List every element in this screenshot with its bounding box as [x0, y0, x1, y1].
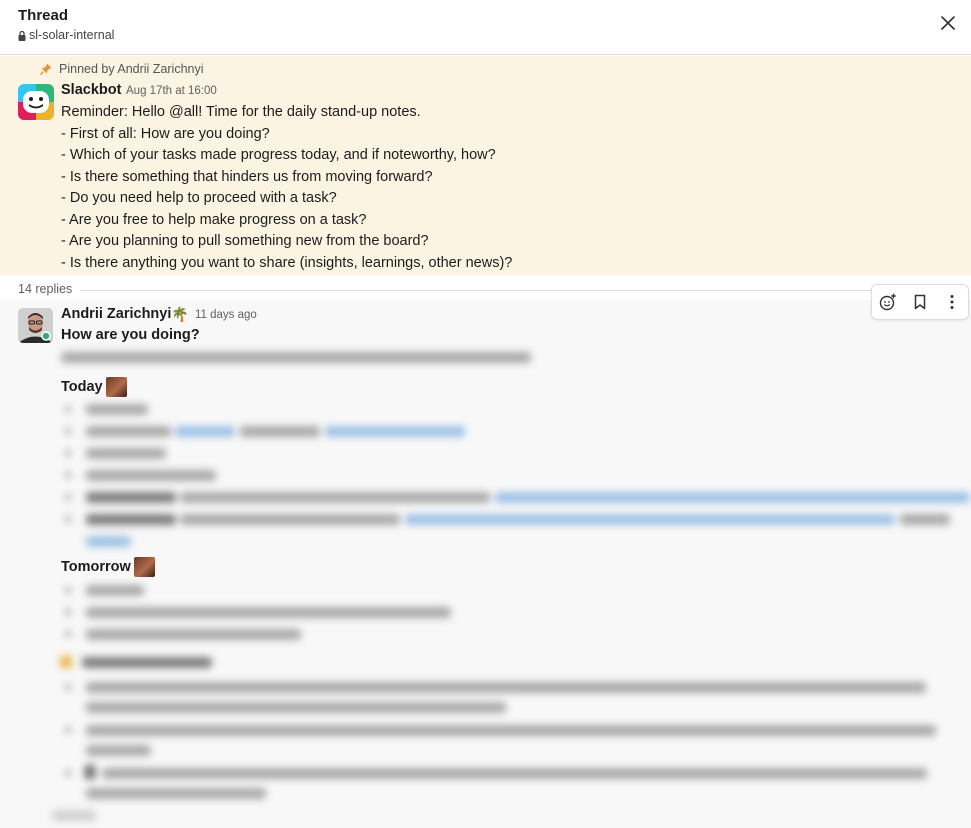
message-line: - Do you need help to proceed with a tas…: [61, 190, 337, 206]
add-reaction-icon: [879, 293, 896, 311]
blurred-content: [52, 808, 102, 822]
message-line: - Is there something that hinders us fro…: [61, 168, 433, 185]
more-actions-button[interactable]: [939, 289, 965, 315]
avatar[interactable]: [18, 308, 53, 343]
blurred-content: [60, 400, 971, 550]
close-icon: [941, 16, 955, 30]
message-line: - Are you planning to pull something new…: [61, 233, 429, 249]
bookmark-button[interactable]: [907, 289, 933, 315]
message-line: - Which of your tasks made progress toda…: [61, 147, 496, 163]
pin-icon: [40, 63, 52, 75]
message-timestamp[interactable]: Aug 17th at 16:00: [126, 85, 217, 97]
tomorrow-heading: Tomorrow: [61, 557, 155, 577]
thread-title: Thread: [18, 7, 69, 24]
palm-tree-icon: 🌴: [171, 306, 189, 322]
message-author[interactable]: Slackbot: [61, 82, 121, 98]
message-body: Reminder: Hello @all! Time for the daily…: [61, 102, 512, 274]
pinned-by-row: Pinned by Andrii Zarichnyi: [40, 62, 204, 76]
add-reaction-button[interactable]: [875, 289, 901, 315]
blurred-content: [60, 580, 971, 810]
replies-divider: [80, 290, 960, 291]
replies-count: 14 replies: [18, 282, 73, 296]
channel-name[interactable]: sl-solar-internal: [29, 28, 114, 42]
custom-emoji-icon: [105, 377, 127, 397]
tomorrow-label: Tomorrow: [61, 559, 131, 575]
message-author[interactable]: Andrii Zarichnyi: [61, 306, 171, 322]
message-line: - First of all: How are you doing?: [61, 125, 270, 142]
message-line: - Are you free to help make progress on …: [61, 211, 367, 228]
today-label: Today: [61, 379, 103, 395]
today-heading: Today: [61, 377, 127, 397]
pinned-by-label: Pinned by Andrii Zarichnyi: [59, 62, 204, 76]
more-vertical-icon: [950, 295, 954, 309]
lock-icon: [18, 30, 26, 41]
avatar[interactable]: [18, 84, 54, 120]
message-actions-toolbar: [871, 284, 969, 320]
message-line: - Is there anything you want to share (i…: [61, 254, 513, 271]
thread-header: Thread sl-solar-internal: [0, 0, 971, 55]
pinned-message[interactable]: Pinned by Andrii Zarichnyi Slackbot Aug …: [0, 56, 971, 275]
message-line: Reminder: Hello @all! Time for the daily…: [61, 104, 421, 120]
message-timestamp[interactable]: 11 days ago: [195, 309, 257, 321]
blurred-content: [61, 349, 541, 365]
custom-emoji-icon: [133, 557, 155, 577]
message-heading: How are you doing?: [61, 327, 200, 343]
channel-link[interactable]: sl-solar-internal: [18, 28, 114, 42]
close-button[interactable]: [933, 8, 963, 38]
bookmark-icon: [914, 294, 926, 310]
